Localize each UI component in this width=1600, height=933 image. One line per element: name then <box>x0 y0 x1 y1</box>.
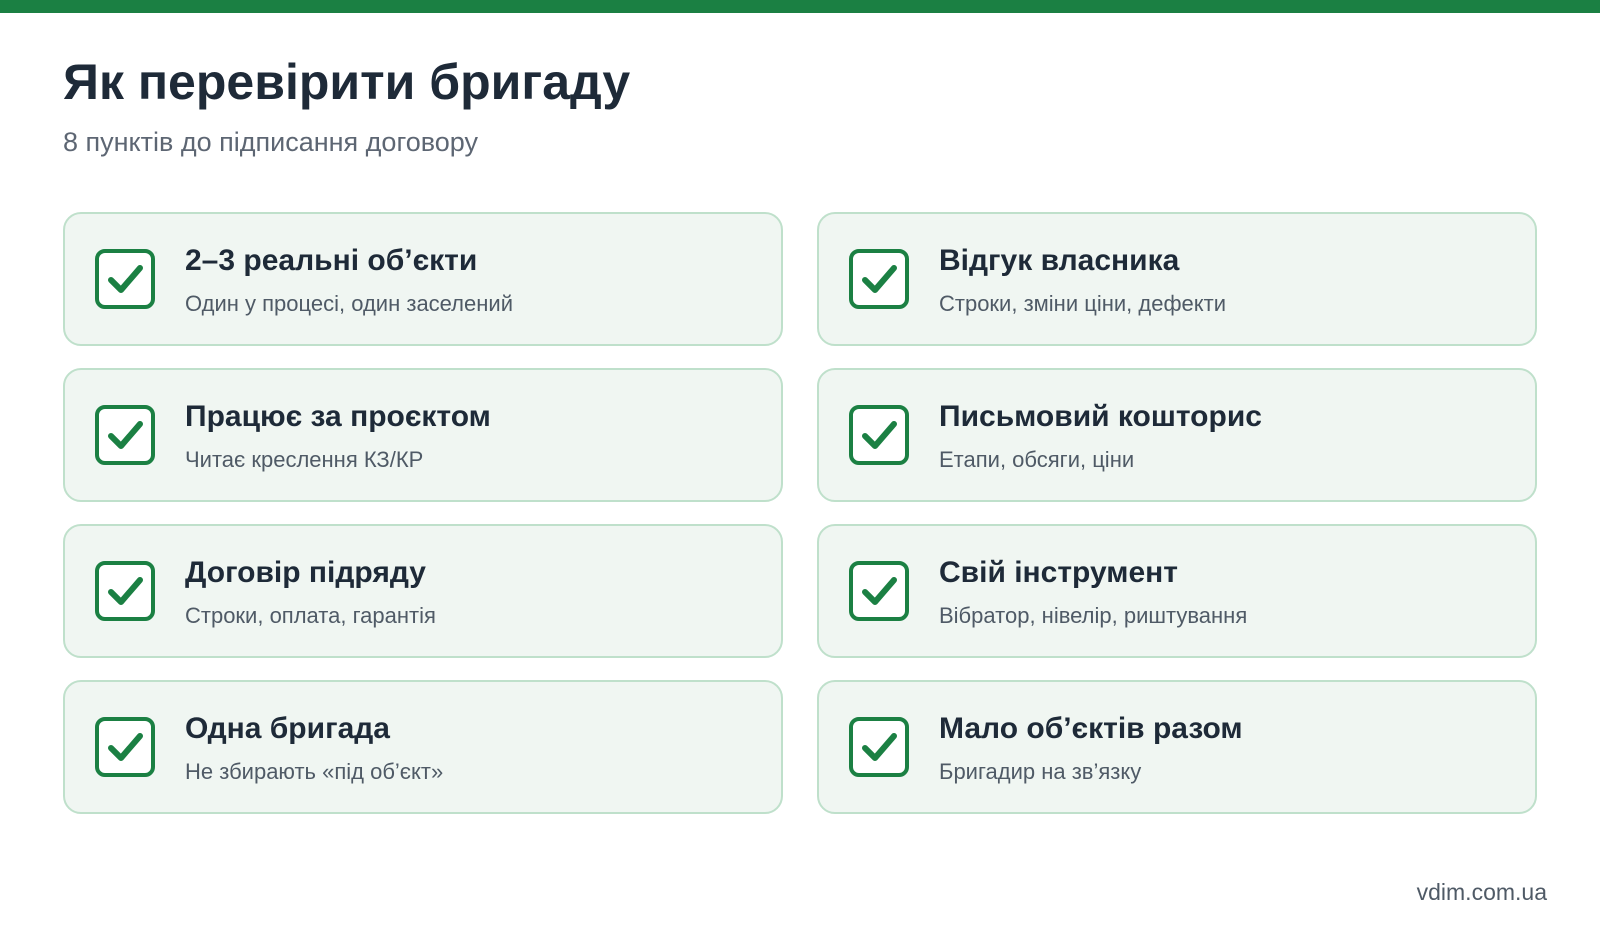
checklist-item-title: Договір підряду <box>185 556 426 589</box>
checkbox-checked-icon <box>849 717 909 777</box>
checklist-item: Договір підряду Строки, оплата, гарантія <box>63 524 783 658</box>
checklist-item-description: Один у процесі, один заселений <box>185 291 513 316</box>
checklist-item-description: Бригадир на зв’язку <box>939 759 1142 784</box>
checklist-item-title: Працює за проєктом <box>185 400 491 433</box>
checklist-item-description: Не збирають «під об’єкт» <box>185 759 444 784</box>
checklist-grid: 2–3 реальні об’єкти Один у процесі, один… <box>63 212 1537 814</box>
checklist-item-title: Свій інструмент <box>939 556 1178 589</box>
page-subtitle: 8 пунктів до підписання договору <box>63 127 478 157</box>
checklist-item: 2–3 реальні об’єкти Один у процесі, один… <box>63 212 783 346</box>
checklist-item: Працює за проєктом Читає креслення КЗ/КР <box>63 368 783 502</box>
checklist-item: Письмовий кошторис Етапи, обсяги, ціни <box>817 368 1537 502</box>
checkbox-checked-icon <box>95 405 155 465</box>
checklist-item-description: Читає креслення КЗ/КР <box>185 447 424 472</box>
checkbox-checked-icon <box>95 249 155 309</box>
checkbox-checked-icon <box>95 717 155 777</box>
checklist-item-title: Письмовий кошторис <box>939 400 1262 433</box>
checklist-item-description: Вібратор, нівелір, риштування <box>939 603 1248 628</box>
checklist-item-description: Строки, оплата, гарантія <box>185 603 436 628</box>
checklist-item: Відгук власника Строки, зміни ціни, дефе… <box>817 212 1537 346</box>
checkbox-checked-icon <box>95 561 155 621</box>
checkbox-checked-icon <box>849 561 909 621</box>
page-title: Як перевірити бригаду <box>63 54 631 110</box>
checklist-item-title: Відгук власника <box>939 244 1180 277</box>
checkbox-checked-icon <box>849 249 909 309</box>
checklist-item: Одна бригада Не збирають «під об’єкт» <box>63 680 783 814</box>
checklist-item: Мало об’єктів разом Бригадир на зв’язку <box>817 680 1537 814</box>
checkbox-checked-icon <box>849 405 909 465</box>
checklist-item-description: Етапи, обсяги, ціни <box>939 447 1135 472</box>
checklist-item: Свій інструмент Вібратор, нівелір, ришту… <box>817 524 1537 658</box>
top-accent-bar <box>0 0 1600 13</box>
checklist-item-description: Строки, зміни ціни, дефекти <box>939 291 1227 316</box>
checklist-item-title: Одна бригада <box>185 712 390 745</box>
checklist-item-title: Мало об’єктів разом <box>939 712 1243 745</box>
checklist-item-title: 2–3 реальні об’єкти <box>185 244 478 277</box>
footer-site-url: vdim.com.ua <box>1416 879 1547 905</box>
